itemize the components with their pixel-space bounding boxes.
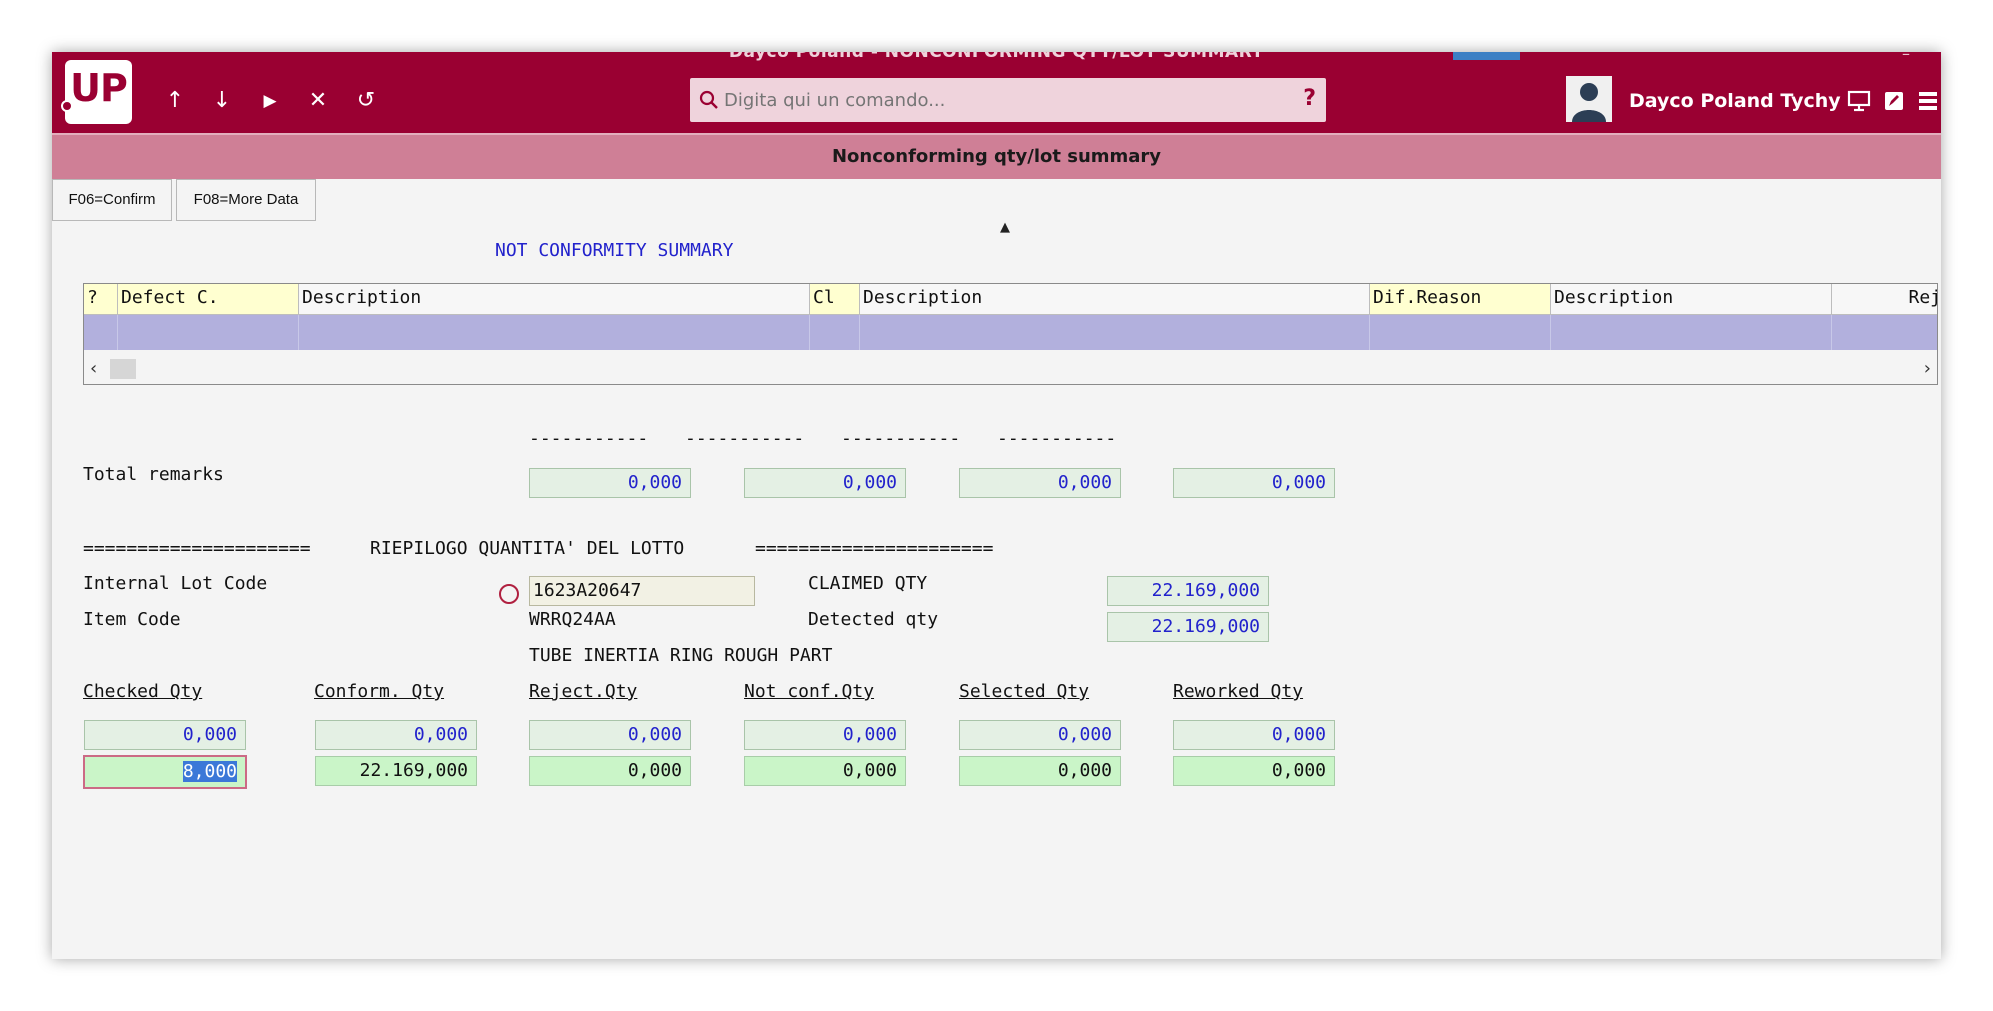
grid-cell[interactable] — [84, 315, 118, 350]
lot-separator-right: ====================== — [755, 538, 994, 559]
selected-qty-input[interactable]: 0,000 — [959, 756, 1121, 786]
not-conf-qty-total: 0,000 — [744, 720, 906, 750]
conform-qty-header: Conform. Qty — [314, 681, 445, 702]
conform-qty-total: 0,000 — [315, 720, 477, 750]
item-code-label: Item Code — [83, 609, 181, 630]
grid-header-dif-reason[interactable]: Dif.Reason — [1370, 284, 1551, 315]
search-icon — [699, 90, 718, 109]
grid-header-class[interactable]: Cl — [810, 284, 860, 315]
not-conf-qty-header: Not conf.Qty — [744, 681, 875, 702]
search-input[interactable] — [722, 84, 1286, 116]
claimed-qty-label: CLAIMED QTY — [808, 573, 928, 594]
total-separator-2: ----------- — [685, 428, 805, 449]
reject-qty-total: 0,000 — [529, 720, 691, 750]
app-window: Dayco Poland - NONCONFORMING QTY/LOT SUM… — [52, 52, 1941, 959]
scroll-right-icon[interactable]: › — [1924, 358, 1931, 379]
grid-cell[interactable] — [860, 315, 1370, 350]
reject-qty-input[interactable]: 0,000 — [529, 756, 691, 786]
scrollbar-thumb[interactable] — [110, 359, 136, 379]
arrow-down-icon[interactable]: ↓ — [209, 88, 235, 114]
minimize-icon[interactable]: – — [1902, 52, 1910, 63]
selected-qty-total: 0,000 — [959, 720, 1121, 750]
user-silhouette-icon — [1572, 83, 1606, 122]
title-tab-indicator — [1453, 52, 1520, 60]
checked-qty-input[interactable]: 8,000 — [83, 755, 247, 789]
grid-cell[interactable] — [299, 315, 810, 350]
monitor-icon[interactable] — [1847, 90, 1871, 112]
lot-separator-left: ===================== — [83, 538, 311, 559]
page-header: Nonconforming qty/lot summary — [52, 133, 1941, 179]
reworked-qty-input[interactable]: 0,000 — [1173, 756, 1335, 786]
total-remarks-field: 0,000 — [1173, 468, 1335, 498]
grid-header-reason-description[interactable]: Description — [1551, 284, 1832, 315]
reject-qty-header: Reject.Qty — [529, 681, 638, 702]
total-remarks-field: 0,000 — [529, 468, 691, 498]
grid-header-description[interactable]: Description — [299, 284, 810, 315]
menu-icon[interactable] — [1916, 90, 1940, 112]
user-avatar[interactable] — [1566, 76, 1612, 122]
selected-qty-header: Selected Qty — [959, 681, 1090, 702]
total-separator-1: ----------- — [529, 428, 649, 449]
undo-icon[interactable]: ↺ — [353, 88, 379, 114]
confirm-button[interactable]: F06=Confirm — [52, 179, 172, 221]
total-remarks-label: Total remarks — [83, 464, 224, 485]
scroll-left-icon[interactable]: ‹ — [90, 358, 97, 379]
item-code-value: WRRQ24AA — [529, 609, 616, 630]
total-remarks-field: 0,000 — [959, 468, 1121, 498]
reworked-qty-total: 0,000 — [1173, 720, 1335, 750]
play-icon[interactable]: ▶ — [257, 88, 283, 114]
not-conf-qty-input[interactable]: 0,000 — [744, 756, 906, 786]
checked-qty-selected-text: 8,000 — [182, 761, 237, 782]
app-logo: UP — [61, 60, 132, 124]
more-data-button[interactable]: F08=More Data — [176, 179, 316, 221]
total-separator-4: ----------- — [997, 428, 1117, 449]
grid-header-select[interactable]: ? — [84, 284, 118, 315]
internal-lot-code-field[interactable]: 1623A20647 — [529, 576, 755, 606]
reworked-qty-header: Reworked Qty — [1173, 681, 1304, 702]
section-title: NOT CONFORMITY SUMMARY — [495, 240, 734, 261]
grid-cell[interactable] — [1370, 315, 1551, 350]
grid-header-defect-code[interactable]: Defect C. — [118, 284, 299, 315]
lot-summary-title: RIEPILOGO QUANTITA' DEL LOTTO — [370, 538, 685, 559]
window-title: Dayco Poland - NONCONFORMING QTY/LOT SUM… — [728, 52, 1265, 62]
grid-cell[interactable] — [810, 315, 860, 350]
top-bar: Dayco Poland - NONCONFORMING QTY/LOT SUM… — [52, 52, 1941, 133]
grid-cell[interactable] — [1832, 315, 1937, 350]
arrow-up-icon[interactable]: ↑ — [162, 88, 188, 114]
grid-cell[interactable] — [118, 315, 299, 350]
total-separator-3: ----------- — [841, 428, 961, 449]
claimed-qty-field: 22.169,000 — [1107, 576, 1269, 606]
checked-qty-total: 0,000 — [84, 720, 246, 750]
horizontal-scrollbar[interactable]: ‹ › — [84, 357, 1937, 382]
collapse-caret-icon[interactable]: ▲ — [1000, 220, 1010, 235]
lot-lookup-radio[interactable] — [499, 584, 519, 604]
command-search[interactable]: ? — [690, 78, 1326, 122]
grid-header-class-description[interactable]: Description — [860, 284, 1370, 315]
item-description: TUBE INERTIA RING ROUGH PART — [529, 645, 833, 666]
detected-qty-label: Detected qty — [808, 609, 939, 630]
edit-icon[interactable] — [1882, 90, 1906, 112]
help-icon[interactable]: ? — [1303, 86, 1316, 111]
logo-dot — [61, 100, 73, 112]
internal-lot-code-label: Internal Lot Code — [83, 573, 268, 594]
close-icon[interactable]: ✕ — [305, 88, 331, 114]
grid-header-rejected[interactable]: Rej — [1832, 284, 1937, 315]
user-name[interactable]: Dayco Poland Tychy — [1629, 90, 1841, 112]
detected-qty-field: 22.169,000 — [1107, 612, 1269, 642]
conform-qty-input[interactable]: 22.169,000 — [315, 756, 477, 786]
checked-qty-header: Checked Qty — [83, 681, 203, 702]
total-remarks-field: 0,000 — [744, 468, 906, 498]
defect-grid[interactable]: ? Defect C. Description Cl Description D… — [83, 283, 1938, 385]
logo-text: UP — [70, 66, 128, 110]
page-title: Nonconforming qty/lot summary — [831, 146, 1162, 167]
grid-cell[interactable] — [1551, 315, 1832, 350]
